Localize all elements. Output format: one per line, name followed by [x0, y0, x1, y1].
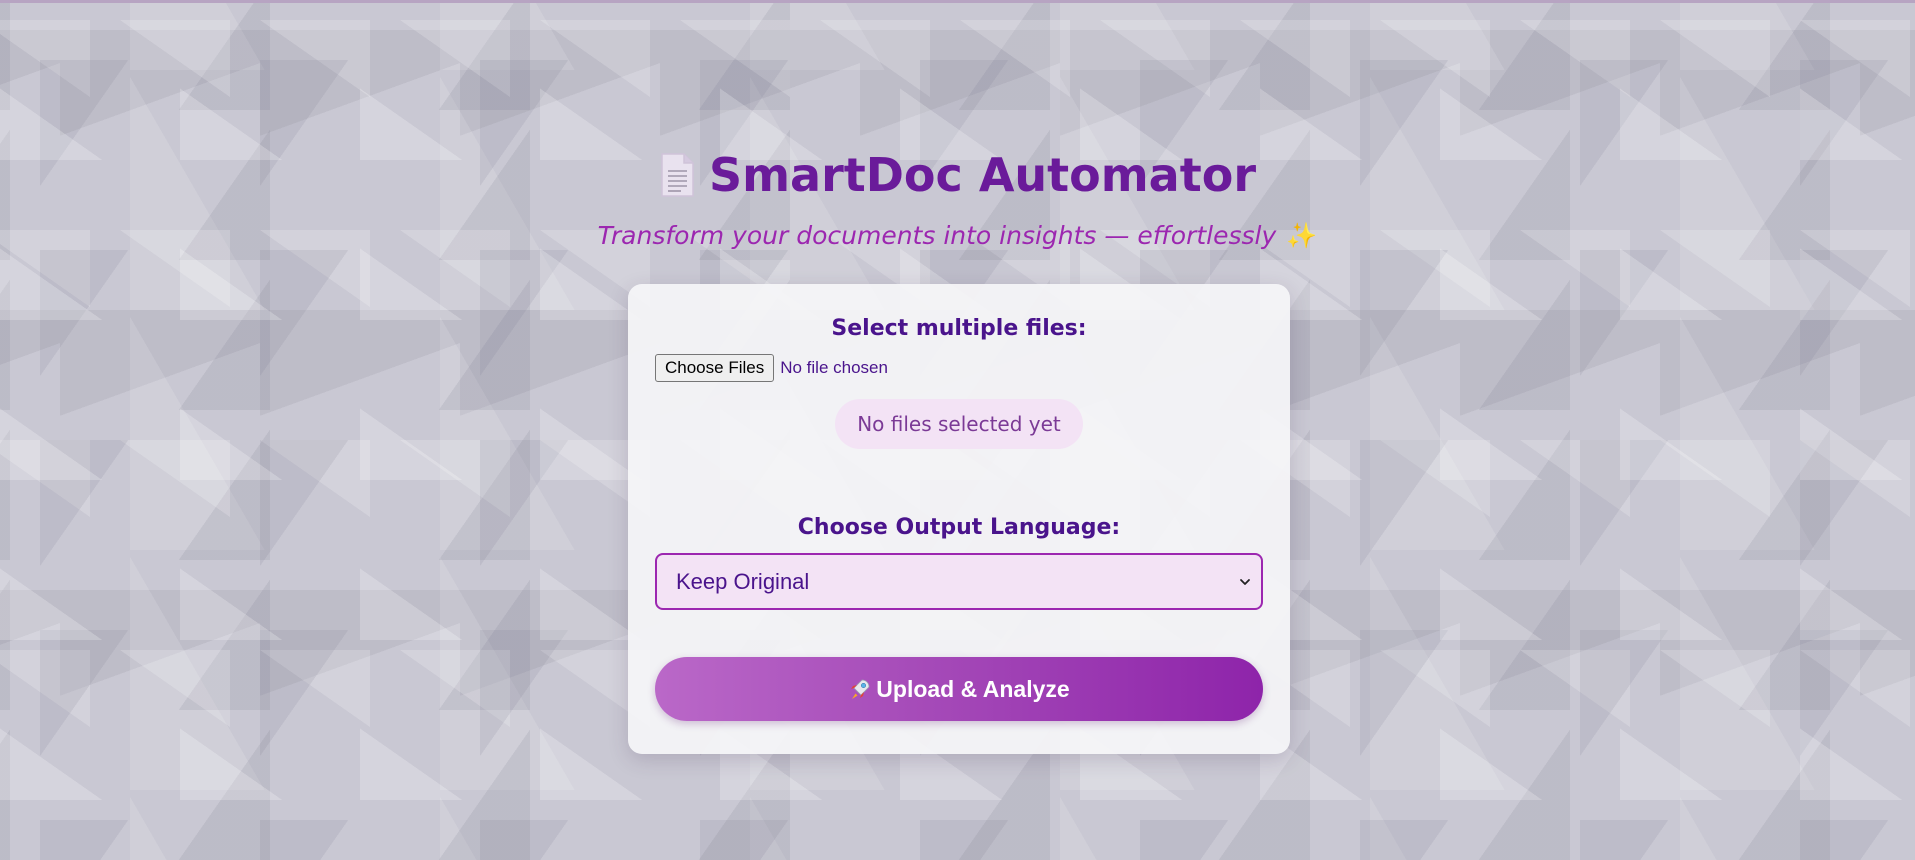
chevron-down-icon [1240, 578, 1250, 585]
file-status-text: No file chosen [780, 358, 888, 377]
top-border [0, 0, 1915, 3]
upload-analyze-label: Upload & Analyze [876, 675, 1070, 702]
page-subtitle-text: Transform your documents into insights —… [597, 221, 1277, 250]
rocket-icon [851, 679, 870, 699]
upload-card: Select multiple files: Choose Files No f… [628, 284, 1290, 754]
document-icon [661, 153, 694, 197]
language-select[interactable]: Keep Original [655, 553, 1263, 610]
file-input[interactable]: Choose Files No file chosen [655, 354, 1263, 382]
selected-files-area: No files selected yet [655, 399, 1263, 449]
page-header: SmartDoc Automator Transform your docume… [0, 145, 1915, 253]
language-select-value: Keep Original [676, 568, 810, 594]
page-title: SmartDoc Automator [659, 145, 1256, 205]
selected-files-pill: No files selected yet [835, 399, 1083, 449]
page-title-text: SmartDoc Automator [708, 148, 1257, 202]
upload-analyze-button[interactable]: Upload & Analyze [655, 657, 1263, 721]
page-subtitle: Transform your documents into insights —… [0, 219, 1915, 253]
choose-files-button[interactable]: Choose Files [655, 354, 775, 382]
language-label: Choose Output Language: [797, 515, 1121, 540]
sparkles-icon: ✨ [1286, 221, 1318, 250]
files-label: Select multiple files: [831, 316, 1087, 341]
